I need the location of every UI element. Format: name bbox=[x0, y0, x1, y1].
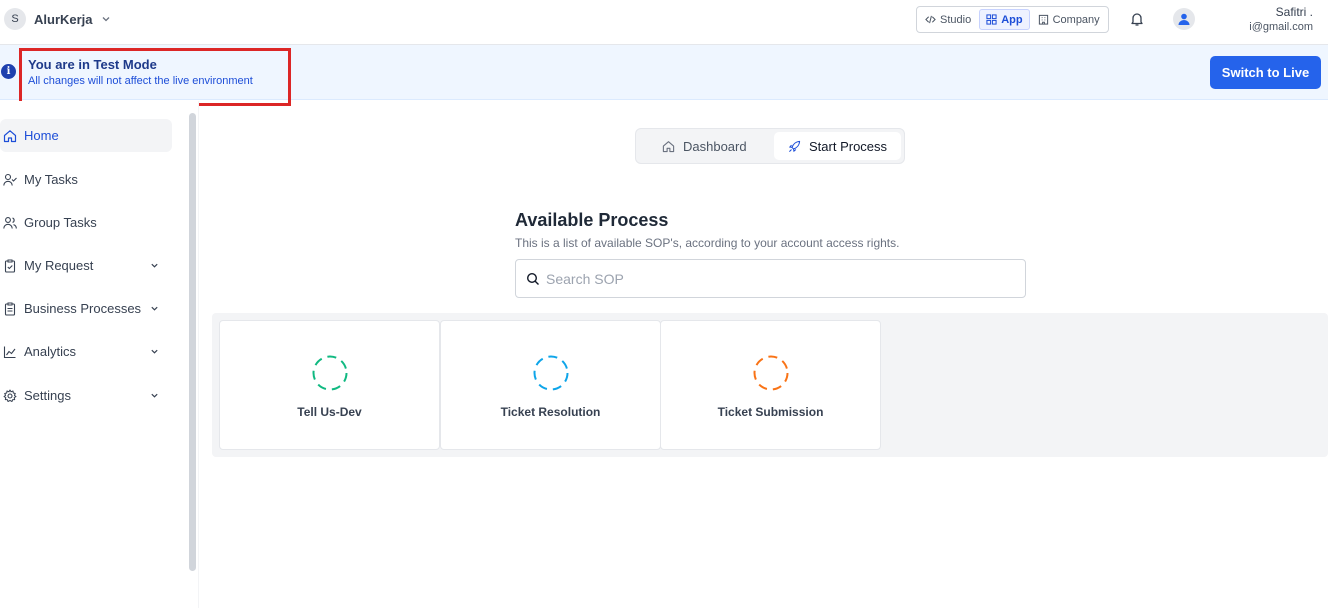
process-icon bbox=[753, 355, 789, 391]
sidebar-item-my-tasks[interactable]: My Tasks bbox=[0, 163, 172, 196]
company-label: Company bbox=[1052, 13, 1100, 26]
studio-label: Studio bbox=[940, 13, 972, 26]
sidebar-item-settings[interactable]: Settings bbox=[0, 379, 172, 412]
process-name: Tell Us-Dev bbox=[297, 405, 362, 419]
bell-icon[interactable] bbox=[1129, 11, 1145, 27]
grid-icon bbox=[986, 14, 997, 25]
org-name: AlurKerja bbox=[34, 11, 93, 27]
process-card-ticket-resolution[interactable]: Ticket Resolution bbox=[440, 320, 661, 450]
view-tabs: Dashboard Start Process bbox=[635, 128, 905, 164]
banner-title: You are in Test Mode bbox=[28, 57, 157, 72]
page-title: Available Process bbox=[515, 210, 669, 230]
user-check-icon bbox=[3, 173, 17, 186]
app-tab[interactable]: App bbox=[979, 9, 1030, 30]
sidebar-item-my-request[interactable]: My Request bbox=[0, 249, 172, 282]
tab-start-process[interactable]: Start Process bbox=[774, 132, 902, 160]
chevron-down-icon bbox=[151, 263, 158, 268]
test-mode-banner: i You are in Test Mode All changes will … bbox=[0, 45, 1328, 106]
users-icon bbox=[3, 216, 17, 229]
process-name: Ticket Resolution bbox=[500, 405, 601, 419]
user-avatar[interactable] bbox=[1173, 8, 1195, 30]
org-avatar: S bbox=[4, 8, 26, 30]
home-icon bbox=[3, 129, 17, 142]
process-icon bbox=[533, 355, 569, 391]
process-card-ticket-submission[interactable]: Ticket Submission bbox=[660, 320, 881, 450]
sidebar: Home My Tasks Group Tasks My Request Bus… bbox=[0, 101, 199, 608]
company-tab[interactable]: Company bbox=[1032, 9, 1106, 30]
sidebar-item-business-processes[interactable]: Business Processes bbox=[0, 292, 172, 325]
chevron-down-icon bbox=[151, 349, 158, 354]
banner-subtitle: All changes will not affect the live env… bbox=[28, 75, 253, 87]
info-icon: i bbox=[1, 64, 16, 79]
sidebar-item-label: Business Processes bbox=[24, 301, 142, 316]
sidebar-item-home[interactable]: Home bbox=[0, 119, 172, 152]
code-icon bbox=[925, 15, 936, 24]
sidebar-item-label: Analytics bbox=[24, 344, 77, 359]
user-icon bbox=[1178, 13, 1190, 25]
top-bar: S AlurKerja Studio App Company Safitri .… bbox=[0, 0, 1328, 45]
app-label: App bbox=[1001, 13, 1023, 26]
sidebar-item-label: My Tasks bbox=[24, 172, 78, 187]
sidebar-item-label: My Request bbox=[24, 258, 94, 273]
tab-dashboard-label: Dashboard bbox=[683, 138, 747, 154]
app-switcher: Studio App Company bbox=[916, 6, 1109, 33]
org-switcher[interactable]: S AlurKerja bbox=[4, 8, 111, 30]
sidebar-item-label: Group Tasks bbox=[24, 215, 97, 230]
sidebar-item-analytics[interactable]: Analytics bbox=[0, 335, 172, 368]
studio-tab[interactable]: Studio bbox=[919, 9, 977, 30]
sidebar-item-label: Home bbox=[24, 128, 59, 143]
process-icon bbox=[312, 355, 348, 391]
chart-line-icon bbox=[3, 346, 16, 358]
home-icon bbox=[662, 140, 675, 152]
process-name: Ticket Submission bbox=[717, 405, 824, 419]
tab-dashboard[interactable]: Dashboard bbox=[648, 132, 761, 160]
sidebar-item-label: Settings bbox=[24, 388, 71, 403]
clipboard-check-icon bbox=[4, 259, 16, 273]
rocket-icon bbox=[788, 140, 801, 152]
sidebar-scrollbar[interactable] bbox=[189, 113, 196, 571]
search-box bbox=[515, 259, 1026, 298]
tab-start-process-label: Start Process bbox=[809, 138, 888, 154]
chevron-down-icon bbox=[102, 17, 109, 22]
search-icon bbox=[526, 272, 539, 285]
user-email: i@gmail.com bbox=[1249, 21, 1313, 33]
user-name: Safitri . bbox=[1275, 5, 1313, 19]
page-subtitle: This is a list of available SOP's, accor… bbox=[515, 236, 900, 250]
chevron-down-icon bbox=[151, 393, 158, 398]
sidebar-item-group-tasks[interactable]: Group Tasks bbox=[0, 206, 172, 239]
process-card-tell-us-dev[interactable]: Tell Us-Dev bbox=[219, 320, 440, 450]
switch-to-live-button[interactable]: Switch to Live bbox=[1210, 56, 1321, 89]
gear-icon bbox=[3, 389, 17, 402]
search-input[interactable] bbox=[546, 270, 1016, 287]
chevron-down-icon bbox=[151, 306, 158, 311]
clipboard-list-icon bbox=[4, 302, 16, 316]
building-icon bbox=[1038, 14, 1048, 25]
